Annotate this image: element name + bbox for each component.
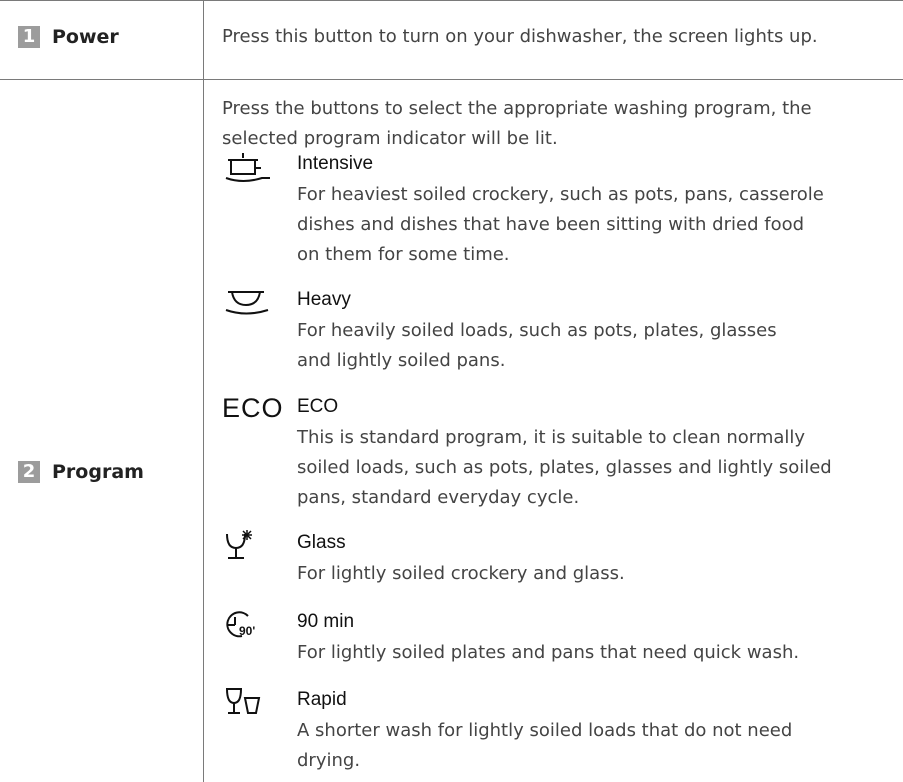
- program-title: Rapid: [297, 689, 347, 710]
- program-description-line: For heavily soiled loads, such as pots, …: [297, 320, 777, 341]
- program-description-line: For heaviest soiled crockery, such as po…: [297, 184, 824, 205]
- program-title: ECO: [297, 396, 339, 417]
- program-description: For lightly soiled plates and pans that …: [297, 638, 799, 668]
- program-description-line: and lightly soiled pans.: [297, 350, 506, 371]
- table-top-border: [0, 0, 903, 1]
- row-label-power: 1 Power: [18, 26, 119, 48]
- program-description-line: For lightly soiled crockery and glass.: [297, 563, 625, 584]
- program-description: For heaviest soiled crockery, such as po…: [297, 180, 824, 270]
- program-description-line: on them for some time.: [297, 244, 510, 265]
- row-label-text: Power: [52, 26, 119, 48]
- row-divider: [0, 79, 903, 80]
- program-description-line: A shorter wash for lightly soiled loads …: [297, 720, 793, 741]
- row-number-badge: 1: [18, 26, 40, 48]
- program-title: Glass: [297, 532, 346, 553]
- program-description: For heavily soiled loads, such as pots, …: [297, 316, 777, 376]
- program-description-line: drying.: [297, 750, 361, 771]
- program-description: A shorter wash for lightly soiled loads …: [297, 716, 792, 776]
- program-description: This is standard program, it is suitable…: [297, 423, 832, 513]
- clock-90-icon: 90': [222, 608, 278, 644]
- program-title: Heavy: [297, 289, 351, 310]
- sparkling-glass-icon: [222, 529, 278, 565]
- program-description-line: This is standard program, it is suitable…: [297, 427, 806, 448]
- pot-icon: [222, 150, 278, 186]
- program-description-line: pans, standard everyday cycle.: [297, 487, 580, 508]
- program-description-line: For lightly soiled plates and pans that …: [297, 642, 800, 663]
- program-description: For lightly soiled crockery and glass.: [297, 559, 625, 589]
- program-title: 90 min: [297, 611, 355, 632]
- program-description-line: dishes and dishes that have been sitting…: [297, 214, 805, 235]
- power-description: Press this button to turn on your dishwa…: [222, 26, 818, 47]
- eco-icon: ECO: [222, 393, 284, 423]
- row-number-badge: 2: [18, 461, 40, 483]
- row-label-program: 2 Program: [18, 461, 144, 483]
- glass-and-cup-icon: [222, 686, 278, 722]
- row-label-text: Program: [52, 461, 144, 483]
- program-title: Intensive: [297, 153, 374, 174]
- program-description-line: soiled loads, such as pots, plates, glas…: [297, 457, 832, 478]
- column-divider: [203, 0, 204, 782]
- clock-90-icon-label: 90': [239, 624, 255, 638]
- bowl-icon: [222, 286, 278, 322]
- program-intro-line: Press the buttons to select the appropri…: [222, 98, 812, 119]
